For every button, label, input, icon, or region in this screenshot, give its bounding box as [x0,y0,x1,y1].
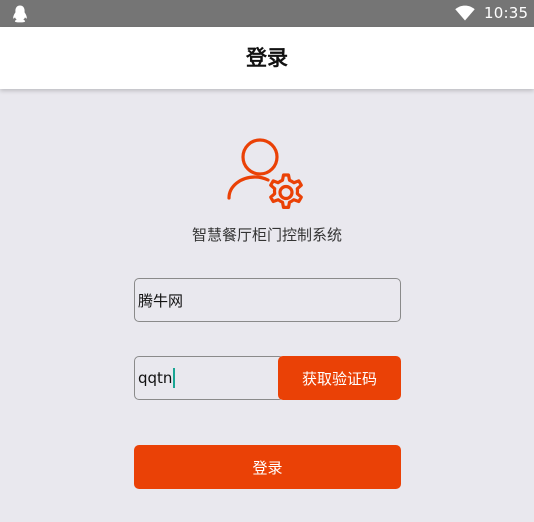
login-button[interactable]: 登录 [134,445,401,489]
username-field[interactable]: 腾牛网 [134,278,401,322]
qq-penguin-icon [13,5,27,23]
page-title: 登录 [246,46,288,70]
status-time: 10:35 [484,4,529,22]
verification-code-field[interactable]: qqtn [134,356,284,400]
text-cursor [173,368,176,388]
verification-code-value: qqtn [138,369,173,387]
title-bar: 登录 [0,27,534,89]
username-value: 腾牛网 [138,291,184,310]
wifi-icon [455,5,475,21]
user-settings-icon [227,138,303,209]
status-bar: 10:35 [0,0,534,27]
verification-code-input-row: qqtn [138,357,176,399]
get-code-button[interactable]: 获取验证码 [278,356,401,400]
system-name: 智慧餐厅柜门控制系统 [191,226,342,244]
